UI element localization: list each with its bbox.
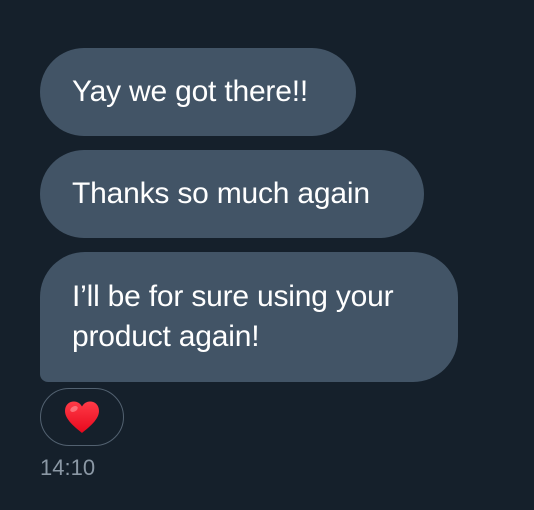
message-text: I’ll be for sure using your product agai…: [72, 280, 394, 353]
message-bubble[interactable]: I’ll be for sure using your product agai…: [40, 252, 458, 382]
message-bubble[interactable]: Yay we got there!!: [40, 48, 356, 136]
message-text: Yay we got there!!: [72, 75, 308, 108]
red-heart-icon: [65, 401, 99, 433]
reaction-badge[interactable]: [40, 388, 124, 446]
message-timestamp: 14:10: [40, 455, 96, 480]
message-text: Thanks so much again: [72, 177, 370, 210]
message-bubble[interactable]: Thanks so much again: [40, 150, 424, 238]
